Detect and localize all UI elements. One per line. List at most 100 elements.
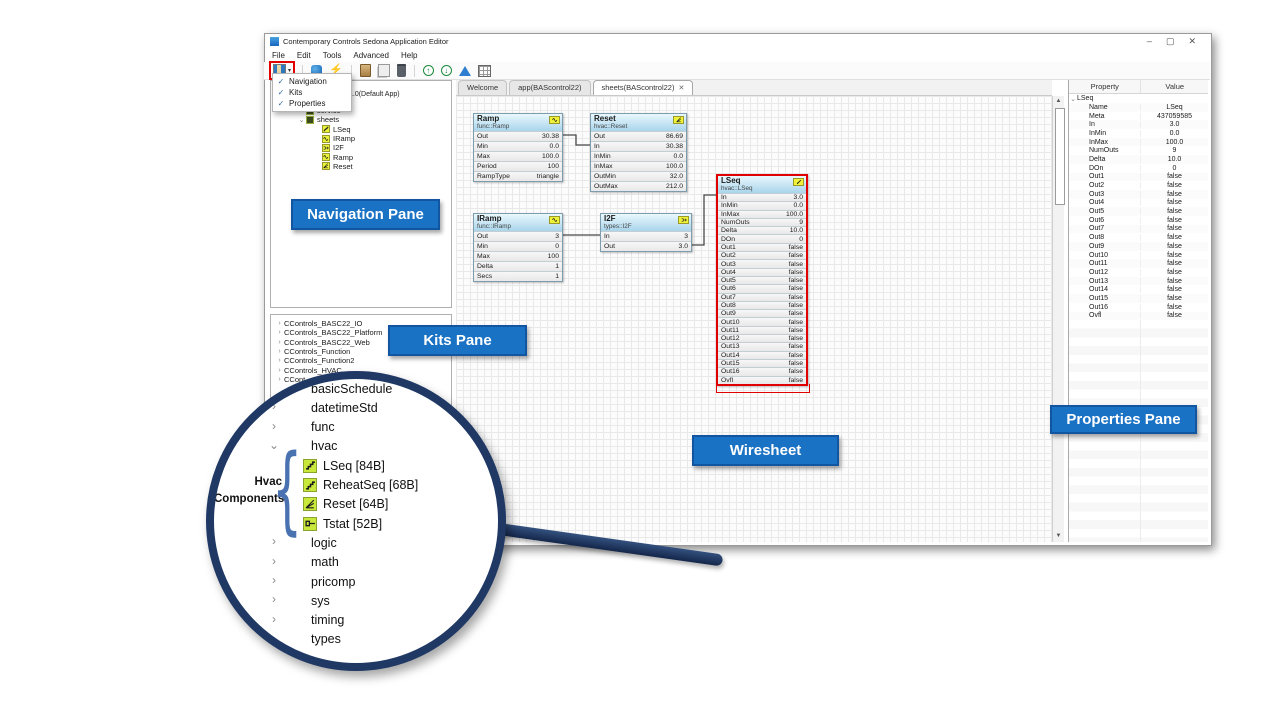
tab-welcome[interactable]: Welcome xyxy=(458,80,507,95)
chevron-icon[interactable]: › xyxy=(275,367,284,374)
chevron-icon[interactable]: › xyxy=(275,320,284,327)
kit-component-item[interactable]: Reset [64B] xyxy=(303,496,388,513)
kits-tree-item[interactable]: ›CControls_Function2 xyxy=(271,356,451,365)
block-slot-out12[interactable]: Out12false xyxy=(718,334,806,342)
property-row[interactable]: NumOuts9 xyxy=(1069,146,1208,155)
property-row[interactable]: Out13false xyxy=(1069,277,1208,286)
chevron-icon[interactable]: › xyxy=(268,399,280,413)
nav-tree-item[interactable]: I2F xyxy=(271,143,451,152)
block-slot-in[interactable]: In3.0 xyxy=(718,193,806,201)
bundle-button[interactable] xyxy=(359,64,372,78)
kit-component-item[interactable]: pricomp xyxy=(311,573,355,590)
block-slot-out10[interactable]: Out10false xyxy=(718,317,806,325)
kit-component-item[interactable]: timing xyxy=(311,612,344,629)
scroll-thumb[interactable] xyxy=(1055,108,1065,205)
tab-sheets-bascontrol22-[interactable]: sheets(BAScontrol22)✕ xyxy=(593,80,694,95)
block-slot-inmax[interactable]: InMax100.0 xyxy=(591,161,686,171)
chevron-icon[interactable]: › xyxy=(268,573,280,587)
kit-component-item[interactable]: ReheatSeq [68B] xyxy=(303,477,418,494)
block-slot-period[interactable]: Period100 xyxy=(474,161,562,171)
menu-item-navigation[interactable]: ✓Navigation xyxy=(273,76,351,87)
value-column-header[interactable]: Value xyxy=(1141,80,1208,93)
block-slot-inmax[interactable]: InMax100.0 xyxy=(718,210,806,218)
properties-group-row[interactable]: ⌄ LSeq xyxy=(1069,94,1208,103)
chevron-icon[interactable]: › xyxy=(275,329,284,336)
block-slot-outmin[interactable]: OutMin32.0 xyxy=(591,171,686,181)
property-row[interactable]: DOn0 xyxy=(1069,164,1208,173)
menu-item-properties[interactable]: ✓Properties xyxy=(273,98,351,109)
close-icon[interactable]: ✕ xyxy=(678,85,684,92)
scroll-down-icon[interactable]: ▼ xyxy=(1054,532,1063,541)
block-slot-ovfl[interactable]: Ovflfalse xyxy=(718,376,806,384)
block-slot-out1[interactable]: Out1false xyxy=(718,243,806,251)
menu-item-kits[interactable]: ✓Kits xyxy=(273,87,351,98)
block-header[interactable]: LSeqhvac::LSeq xyxy=(718,176,806,193)
property-row[interactable]: Ovflfalse xyxy=(1069,312,1208,321)
chevron-icon[interactable]: › xyxy=(268,554,280,568)
kit-component-item[interactable]: func xyxy=(311,419,335,436)
property-row[interactable]: Out6false xyxy=(1069,216,1208,225)
wiresheet-scrollbar[interactable]: ▲ ▼ xyxy=(1052,96,1064,542)
minimize-button[interactable]: – xyxy=(1147,33,1152,49)
menu-advanced[interactable]: Advanced xyxy=(353,51,389,60)
property-row[interactable]: Out15false xyxy=(1069,294,1208,303)
block-slot-out5[interactable]: Out5false xyxy=(718,276,806,284)
property-row[interactable]: Out4false xyxy=(1069,199,1208,208)
trash-button[interactable] xyxy=(396,64,407,78)
block-iramp[interactable]: IRampfunc::IRampOut3Min0Max100Delta1Secs… xyxy=(473,213,563,282)
tree-button[interactable] xyxy=(458,64,472,78)
block-slot-out13[interactable]: Out13false xyxy=(718,342,806,350)
block-ramp[interactable]: Rampfunc::RampOut30.38Min0.0Max100.0Peri… xyxy=(473,113,563,182)
nav-tree-item[interactable]: Reset xyxy=(271,162,451,171)
menu-edit[interactable]: Edit xyxy=(297,51,311,60)
block-slot-out8[interactable]: Out8false xyxy=(718,301,806,309)
property-row[interactable]: Out10false xyxy=(1069,251,1208,260)
property-row[interactable]: Out7false xyxy=(1069,225,1208,234)
block-slot-delta[interactable]: Delta10.0 xyxy=(718,226,806,234)
block-slot-min[interactable]: Min0.0 xyxy=(474,141,562,151)
block-header[interactable]: Rampfunc::Ramp xyxy=(474,114,562,131)
block-header[interactable]: I2Ftypes::I2F xyxy=(601,214,691,231)
chevron-icon[interactable]: › xyxy=(268,592,280,606)
block-slot-out16[interactable]: Out16false xyxy=(718,367,806,375)
block-slot-out11[interactable]: Out11false xyxy=(718,326,806,334)
block-slot-numouts[interactable]: NumOuts9 xyxy=(718,218,806,226)
chevron-icon[interactable]: ⌄ xyxy=(268,438,280,452)
property-column-header[interactable]: Property xyxy=(1069,80,1141,93)
copy-button[interactable] xyxy=(377,64,391,78)
download-button[interactable]: ↓ xyxy=(440,64,453,78)
chevron-icon[interactable]: ⌄ xyxy=(297,116,306,124)
chevron-icon[interactable]: › xyxy=(268,419,280,433)
kit-component-item[interactable]: logic xyxy=(311,534,337,551)
block-slot-out[interactable]: Out30.38 xyxy=(474,131,562,141)
block-slot-ramptype[interactable]: RampTypetriangle xyxy=(474,171,562,181)
property-row[interactable]: Out16false xyxy=(1069,303,1208,312)
block-slot-out[interactable]: Out3.0 xyxy=(601,241,691,251)
block-slot-out3[interactable]: Out3false xyxy=(718,259,806,267)
chevron-icon[interactable]: › xyxy=(268,534,280,548)
property-row[interactable]: NameLSeq xyxy=(1069,103,1208,112)
block-slot-out7[interactable]: Out7false xyxy=(718,293,806,301)
block-slot-out4[interactable]: Out4false xyxy=(718,268,806,276)
kit-component-item[interactable]: hvac xyxy=(311,438,337,455)
block-slot-min[interactable]: Min0 xyxy=(474,241,562,251)
chevron-icon[interactable]: › xyxy=(275,376,284,383)
property-row[interactable]: Out3false xyxy=(1069,190,1208,199)
block-slot-out2[interactable]: Out2false xyxy=(718,251,806,259)
menu-file[interactable]: File xyxy=(272,51,285,60)
chevron-icon[interactable]: › xyxy=(275,357,284,364)
block-slot-out15[interactable]: Out15false xyxy=(718,359,806,367)
property-row[interactable]: Out12false xyxy=(1069,268,1208,277)
property-row[interactable]: Meta437059585 xyxy=(1069,112,1208,121)
nav-tree-item[interactable]: Ramp xyxy=(271,152,451,161)
block-reset[interactable]: Resethvac::ResetOut86.69In30.38InMin0.0I… xyxy=(590,113,687,192)
block-slot-out9[interactable]: Out9false xyxy=(718,309,806,317)
property-row[interactable]: Out5false xyxy=(1069,207,1208,216)
nav-tree-item[interactable]: LSeq xyxy=(271,125,451,134)
wiresheet-canvas[interactable]: Rampfunc::RampOut30.38Min0.0Max100.0Peri… xyxy=(456,96,1052,542)
nav-tree-item[interactable]: ⌄sheets xyxy=(271,115,451,124)
block-slot-out[interactable]: Out3 xyxy=(474,231,562,241)
chevron-icon[interactable]: › xyxy=(275,348,284,355)
block-slot-don[interactable]: DOn0 xyxy=(718,234,806,242)
block-slot-out6[interactable]: Out6false xyxy=(718,284,806,292)
